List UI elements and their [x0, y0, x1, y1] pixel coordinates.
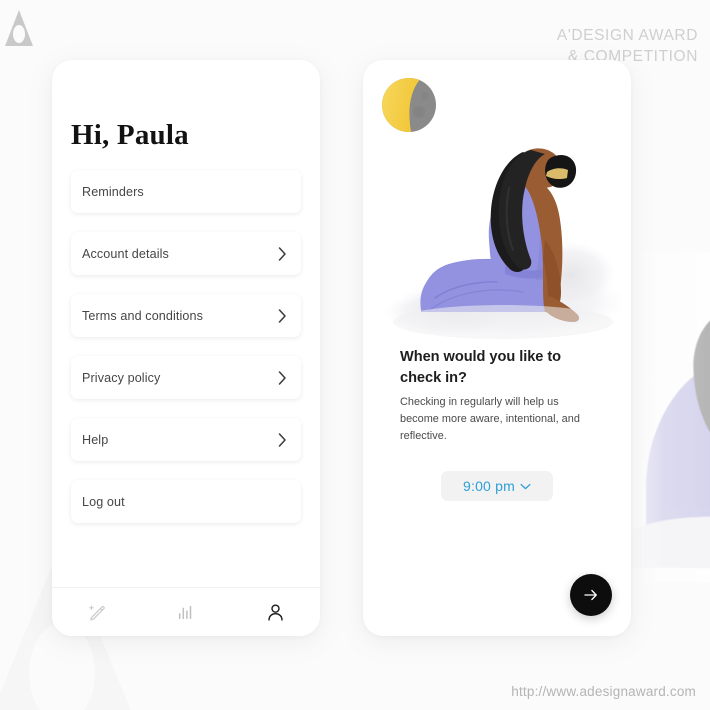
menu-item-label: Terms and conditions: [82, 308, 204, 323]
menu-item-account-details[interactable]: Account details: [71, 232, 301, 275]
chevron-right-icon: [278, 432, 286, 447]
person-icon: [268, 603, 283, 621]
chevron-right-icon: [278, 370, 286, 385]
nav-compose[interactable]: [52, 588, 141, 636]
nav-profile[interactable]: [231, 588, 320, 636]
menu-item-log-out[interactable]: Log out: [71, 480, 301, 523]
arrow-right-icon: [584, 589, 597, 601]
time-picker-value: 9:00 pm: [463, 478, 515, 494]
chevron-right-icon: [278, 308, 286, 323]
menu-item-label: Log out: [82, 494, 125, 509]
background-phone-preview: [624, 252, 710, 582]
greeting-heading: Hi, Paula: [71, 119, 189, 151]
nav-stats[interactable]: [141, 588, 230, 636]
bottom-navigation-bar: [52, 588, 320, 636]
pencil-plus-icon: [89, 605, 105, 621]
menu-item-label: Account details: [82, 246, 169, 261]
menu-item-terms-and-conditions[interactable]: Terms and conditions: [71, 294, 301, 337]
check-in-heading: When would you like to check in?: [400, 349, 562, 387]
check-in-description: Checking in regularly will help us becom…: [400, 396, 580, 442]
bar-chart-icon: [178, 605, 192, 620]
menu-item-reminders[interactable]: Reminders: [71, 170, 301, 213]
award-line-1: A'DESIGN AWARD: [556, 27, 698, 45]
account-menu-list: Reminders Account details Terms and cond…: [71, 170, 301, 542]
menu-item-label: Reminders: [82, 184, 144, 199]
menu-item-label: Privacy policy: [82, 370, 161, 385]
chevron-down-icon: [520, 483, 531, 489]
phone-screen-account-menu: Hi, Paula Reminders Account details Term…: [52, 60, 320, 636]
yellow-gray-moon-icon: [382, 78, 436, 132]
footer-url: http://www.adesignaward.com: [511, 684, 696, 699]
time-picker-button[interactable]: 9:00 pm: [441, 471, 553, 501]
seated-woman-meditating-illustration: [363, 60, 631, 350]
a-triangle-logo-icon: [2, 8, 36, 48]
menu-item-privacy-policy[interactable]: Privacy policy: [71, 356, 301, 399]
chevron-right-icon: [278, 246, 286, 261]
phone-screen-check-in: When would you like to check in? Checkin…: [363, 60, 631, 636]
menu-item-label: Help: [82, 432, 109, 447]
next-button[interactable]: [570, 574, 612, 616]
menu-item-help[interactable]: Help: [71, 418, 301, 461]
